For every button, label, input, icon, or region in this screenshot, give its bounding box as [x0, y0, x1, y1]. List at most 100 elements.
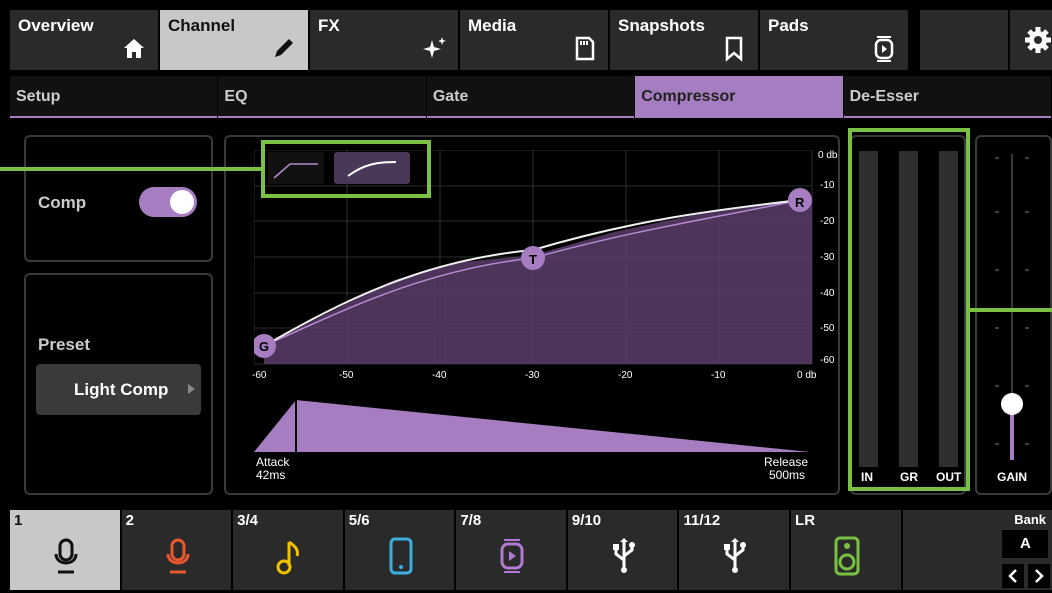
bank-prev-button[interactable] — [1002, 564, 1025, 588]
preset-value: Light Comp — [74, 380, 169, 399]
x-tick: -10 — [711, 370, 726, 381]
usb-icon — [612, 538, 635, 573]
y-tick: -40 — [820, 288, 835, 299]
music-note-icon — [276, 540, 300, 575]
preset-label: Preset — [38, 335, 90, 354]
subtab-de-esser[interactable]: De-Esser — [843, 76, 1052, 118]
microphone-icon — [54, 538, 78, 574]
bookmark-icon — [725, 36, 743, 62]
x-tick: -40 — [432, 370, 447, 381]
bank-label: Bank — [1014, 512, 1047, 527]
channel-5-6[interactable]: 5/6 — [344, 510, 455, 590]
subtab-label: De-Esser — [849, 88, 919, 105]
channel-11-12[interactable]: 11/12 — [679, 510, 790, 590]
callout-meters-box — [848, 128, 970, 491]
release-label: Release — [764, 455, 809, 469]
gate-marker-label: G — [259, 339, 270, 354]
y-tick: 0 db — [818, 150, 838, 161]
chevron-right-icon — [188, 384, 195, 394]
bank-value: A — [1002, 530, 1049, 558]
y-tick: -10 — [820, 180, 835, 191]
channel-number: 11/12 — [683, 512, 721, 529]
x-tick: 0 db — [797, 370, 817, 381]
subtab-label: Setup — [16, 88, 61, 105]
channel-number: 3/4 — [237, 512, 259, 529]
tab-label: Snapshots — [618, 16, 705, 35]
preset-selector[interactable]: Light Comp — [36, 364, 201, 415]
settings-button[interactable] — [1010, 10, 1052, 70]
gain-fader-knob[interactable] — [1001, 393, 1023, 415]
tab-label: Channel — [168, 16, 236, 35]
callout-meters-line — [969, 308, 1052, 312]
attack-label: Attack — [256, 455, 290, 469]
y-tick: -60 — [820, 355, 835, 366]
ratio-marker-label: R — [795, 195, 805, 210]
chevron-right-icon — [1035, 569, 1044, 583]
bank-next-button[interactable] — [1028, 564, 1051, 588]
microphone-icon — [166, 538, 190, 574]
channel-9-10[interactable]: 9/10 — [567, 510, 678, 590]
gain-label: GAIN — [997, 470, 1027, 484]
callout-knee-box — [261, 140, 431, 198]
tab-media[interactable]: Media — [460, 10, 608, 70]
subtab-label: Compressor — [641, 88, 736, 105]
channel-number: 5/6 — [348, 512, 370, 529]
comp-toggle[interactable] — [139, 187, 197, 217]
bank-area: Bank A — [902, 510, 1052, 590]
channel-3-4[interactable]: 3/4 — [233, 510, 343, 590]
pad-play-icon — [500, 539, 524, 573]
tab-label: Media — [468, 16, 517, 35]
tab-label: FX — [318, 16, 340, 35]
sd-card-icon — [575, 36, 595, 61]
top-nav: Overview Channel FX Media Snapshots Pads — [10, 10, 1052, 70]
home-icon — [124, 39, 144, 58]
tab-pads[interactable]: Pads — [760, 10, 908, 70]
subtab-setup[interactable]: Setup — [10, 76, 218, 118]
bank-value-text: A — [1020, 535, 1031, 552]
attack-release-envelope[interactable] — [254, 398, 814, 454]
x-tick: -50 — [339, 370, 354, 381]
tab-overview[interactable]: Overview — [10, 10, 158, 70]
channel-1[interactable]: 1 — [10, 510, 120, 590]
usb-icon — [724, 538, 747, 573]
channel-number: LR — [795, 512, 816, 529]
attack-value: 42ms — [256, 468, 286, 482]
channel-number: 9/10 — [571, 512, 602, 529]
subtab-gate[interactable]: Gate — [426, 76, 635, 118]
chevron-left-icon — [1008, 569, 1017, 583]
tab-channel[interactable]: Channel — [160, 10, 308, 70]
subtab-label: EQ — [224, 88, 248, 105]
pad-play-icon — [874, 36, 894, 62]
channel-2[interactable]: 2 — [121, 510, 232, 590]
speaker-icon — [834, 536, 860, 576]
x-tick: -30 — [525, 370, 540, 381]
callout-knee-line — [0, 167, 262, 171]
channel-bar: 1 2 3/4 5/6 7/8 9/10 11/12 LR Bank A — [10, 510, 1052, 590]
gear-icon — [1025, 27, 1051, 53]
phone-icon — [389, 537, 413, 575]
pencil-icon — [275, 39, 293, 57]
channel-lr[interactable]: LR — [791, 510, 901, 590]
subtab-eq[interactable]: EQ — [218, 76, 426, 118]
channel-7-8[interactable]: 7/8 — [456, 510, 566, 590]
threshold-marker-label: T — [529, 252, 537, 267]
y-tick: -50 — [820, 323, 835, 334]
tab-label: Pads — [768, 16, 809, 35]
channel-number: 1 — [14, 512, 23, 529]
x-tick: -60 — [252, 370, 267, 381]
tab-label: Overview — [18, 16, 94, 35]
x-tick: -20 — [618, 370, 633, 381]
release-value: 500ms — [769, 468, 806, 482]
y-tick: -30 — [820, 252, 835, 263]
comp-label: Comp — [38, 193, 87, 212]
tab-snapshots[interactable]: Snapshots — [610, 10, 758, 70]
subtab-label: Gate — [432, 88, 469, 105]
channel-number: 2 — [125, 512, 134, 529]
toggle-knob — [170, 190, 194, 214]
channel-number: 7/8 — [460, 512, 482, 529]
sub-nav: Setup EQ Gate Compressor De-Esser — [10, 76, 1052, 118]
tab-fx[interactable]: FX — [310, 10, 458, 70]
y-tick: -20 — [820, 216, 835, 227]
tab-blank — [920, 10, 1008, 70]
subtab-compressor[interactable]: Compressor — [635, 76, 843, 118]
